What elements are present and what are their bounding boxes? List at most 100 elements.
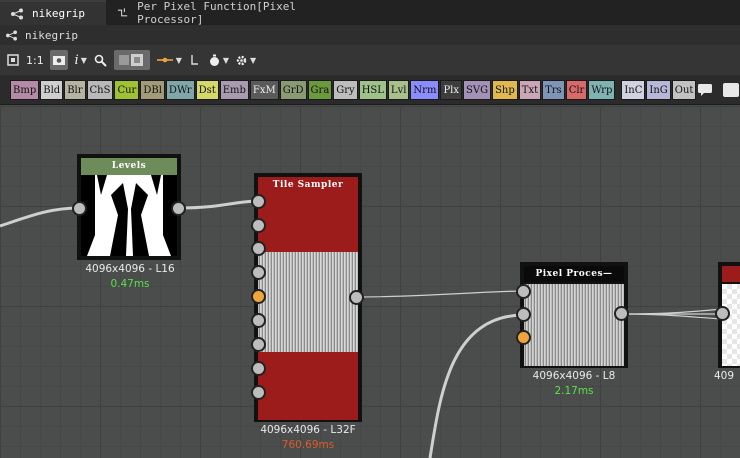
graph-icon [6, 29, 17, 41]
chevron-down-icon: ▼ [222, 55, 230, 65]
palette-button-bmp[interactable]: Bmp [10, 79, 40, 100]
graph-icon [11, 8, 23, 19]
pixel-processor-input-port[interactable] [516, 330, 531, 345]
tab-label: Per Pixel Function[Pixel Processor] [137, 0, 297, 26]
tile-sampler-input-port[interactable] [251, 289, 266, 304]
tile-sampler-time: 760.69ms [281, 439, 335, 451]
graph-canvas[interactable]: Levels 4096x4096 - L16 0.47ms Tile Sampl… [0, 106, 740, 458]
layout-button[interactable] [113, 50, 150, 70]
palette-buttons: Bmp Bld Blr ChS Cur DBl DWr Dst Emb FxM GrD Gra Gry H… [10, 79, 697, 100]
pin-icon [191, 54, 198, 65]
search-button[interactable] [94, 50, 108, 70]
palette-button-dst[interactable]: Dst [195, 79, 219, 100]
palette-button-wrp[interactable]: Wrp [588, 79, 616, 100]
pixel-processor-input-port[interactable] [516, 307, 531, 322]
palette-button-nrm[interactable]: Nrm [410, 79, 440, 100]
tile-sampler-input-port[interactable] [251, 265, 266, 280]
node-title: Levels [81, 158, 177, 175]
info-icon: i [74, 52, 79, 68]
palette-button-gra[interactable]: Gra [307, 79, 333, 100]
tile-sampler-input-port[interactable] [251, 313, 266, 328]
palette-button-emb[interactable]: Emb [219, 79, 249, 100]
timer-button[interactable]: ▼ [208, 50, 229, 70]
comment-icon[interactable] [697, 83, 713, 97]
settings-icon [236, 55, 247, 65]
tile-sampler-output-port[interactable] [349, 290, 364, 305]
connector-icon [156, 57, 173, 63]
node-title [722, 266, 740, 282]
palette-button-bld[interactable]: Bld [40, 79, 64, 100]
search-icon [94, 54, 107, 67]
pixel-processor-output-port[interactable] [614, 306, 629, 321]
levels-time: 0.47ms [110, 278, 150, 290]
node-title: Pixel Proces— [524, 266, 624, 282]
levels-thumbnail [81, 175, 177, 256]
function-icon [117, 7, 128, 16]
connector-style-button[interactable]: ▼ [156, 50, 182, 70]
levels-output-port[interactable] [171, 201, 186, 216]
palette-button-trs[interactable]: Trs [542, 79, 565, 100]
settings-button[interactable]: ▼ [235, 50, 256, 70]
tab-per-pixel-function[interactable]: Per Pixel Function[Pixel Processor] [106, 0, 364, 26]
pixel-processor-input-port[interactable] [516, 284, 531, 299]
wire-pixel-processor-out-1 [621, 308, 723, 315]
screenshot-button[interactable] [49, 50, 68, 70]
palette-button-blr[interactable]: Blr [64, 79, 86, 100]
palette-button-gry[interactable]: Gry [333, 79, 358, 100]
wire-pixel-processor-out-3 [621, 313, 723, 320]
tile-sampler-input-port[interactable] [251, 361, 266, 376]
palette-button-ing[interactable]: InG [646, 79, 671, 100]
palette-button-dbl[interactable]: DBl [140, 79, 165, 100]
pin-button[interactable] [188, 50, 202, 70]
palette-button-inc[interactable]: InC [621, 79, 646, 100]
palette-button-hsl[interactable]: HSL [358, 79, 387, 100]
fit-view-icon [7, 54, 19, 66]
tile-sampler-input-port[interactable] [251, 194, 266, 209]
palette-button-fxm[interactable]: FxM [249, 79, 279, 100]
wire-tile-sampler-to-pixel-processor [356, 290, 524, 298]
screenshot-icon [52, 56, 65, 65]
partial-node-input-port[interactable] [715, 306, 730, 321]
palette-button-out[interactable]: Out [671, 79, 697, 100]
tab-nikegrip[interactable]: nikegrip [0, 0, 106, 25]
tile-sampler-input-port[interactable] [251, 241, 266, 256]
frame-icon[interactable] [723, 82, 740, 97]
palette-button-svg[interactable]: SVG [463, 79, 492, 100]
palette-button-plx[interactable]: Plx [440, 79, 463, 100]
wire-levels-to-tile-sampler [178, 199, 259, 210]
palette-button-cur[interactable]: Cur [114, 79, 140, 100]
chevron-down-icon: ▼ [175, 55, 182, 65]
tile-sampler-input-port[interactable] [251, 218, 266, 233]
tile-sampler-node[interactable]: Tile Sampler [254, 173, 362, 422]
tile-sampler-input-port[interactable] [251, 385, 266, 400]
pixel-processor-thumbnail [524, 284, 624, 366]
node-title: Tile Sampler [258, 177, 358, 193]
levels-resolution: 4096x4096 - L16 [85, 263, 175, 275]
palette-button-chs[interactable]: ChS [86, 79, 114, 100]
pixel-processor-node[interactable]: Pixel Proces— [520, 262, 628, 368]
palette-button-txt[interactable]: Txt [518, 79, 542, 100]
pixel-processor-time: 2.17ms [554, 385, 594, 397]
tile-sampler-resolution: 4096x4096 - L32F [260, 424, 356, 436]
layout-icon [118, 54, 143, 66]
levels-node[interactable]: Levels [77, 154, 181, 260]
wire-input-to-levels [0, 206, 80, 228]
one-to-one-button[interactable]: 1:1 [26, 50, 44, 70]
palette-button-dwr[interactable]: DWr [165, 79, 195, 100]
palette-button-shp[interactable]: Shp [492, 79, 518, 100]
chevron-down-icon: ▼ [250, 55, 257, 65]
tile-sampler-input-port[interactable] [251, 337, 266, 352]
palette-right-icons [697, 82, 740, 97]
wire-curve-to-pixel-processor [428, 313, 524, 458]
info-button[interactable]: i ▼ [74, 50, 88, 70]
breadcrumb-label[interactable]: nikegrip [25, 29, 78, 42]
palette-button-grd[interactable]: GrD [279, 79, 307, 100]
node-palette: Bmp Bld Blr ChS Cur DBl DWr Dst Emb FxM GrD Gra Gry H… [0, 75, 740, 105]
levels-input-port[interactable] [72, 201, 87, 216]
palette-button-lvl[interactable]: Lvl [387, 79, 410, 100]
timer-icon [209, 54, 219, 66]
graph-toolbar: 1:1 i ▼ ▼ ▼ ▼ [0, 45, 740, 75]
fit-view-button[interactable] [6, 50, 20, 70]
palette-button-clr[interactable]: Clr [565, 79, 588, 100]
partial-node-thumbnail [722, 284, 740, 366]
